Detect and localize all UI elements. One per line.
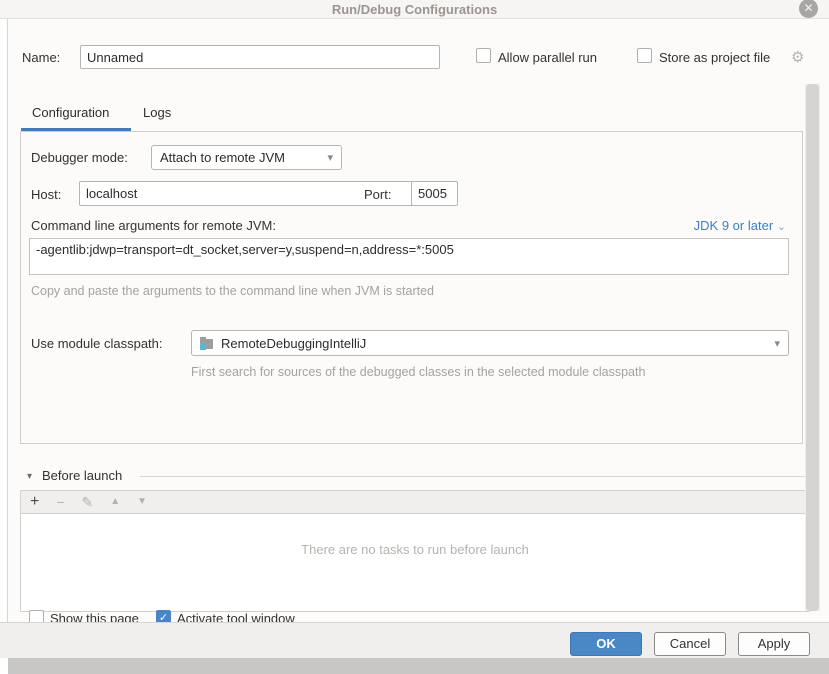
- module-classpath-value: RemoteDebuggingIntelliJ: [221, 336, 366, 351]
- apply-button[interactable]: Apply: [738, 632, 810, 656]
- name-label: Name:: [22, 50, 60, 65]
- jdk-version-link[interactable]: JDK 9 or later ⌄: [694, 218, 786, 233]
- section-divider: [140, 476, 810, 477]
- port-input[interactable]: [411, 181, 458, 206]
- debugger-mode-value: Attach to remote JVM: [160, 150, 285, 165]
- debugger-mode-label: Debugger mode:: [31, 150, 128, 165]
- store-as-project-file-checkbox[interactable]: [637, 48, 652, 63]
- run-debug-configurations-dialog: Run/Debug Configurations ✕ Name: Allow p…: [0, 0, 829, 674]
- before-launch-task-list[interactable]: There are no tasks to run before launch: [20, 513, 810, 612]
- collapse-triangle-icon[interactable]: ▾: [27, 471, 32, 482]
- dialog-titlebar: Run/Debug Configurations ✕: [0, 0, 829, 19]
- chevron-down-icon: ⌄: [777, 221, 786, 233]
- dialog-body: Name: Allow parallel run Store as projec…: [8, 19, 829, 622]
- chevron-down-icon: ▾: [327, 151, 333, 164]
- name-input[interactable]: [80, 45, 440, 69]
- tab-logs[interactable]: Logs: [143, 105, 171, 120]
- move-up-icon[interactable]: ▲: [110, 497, 120, 507]
- ok-button[interactable]: OK: [570, 632, 642, 656]
- chevron-down-icon: ▾: [774, 337, 780, 350]
- before-launch-toolbar: + − ✎ ▲ ▼: [20, 490, 810, 513]
- before-launch-title: Before launch: [42, 468, 122, 483]
- module-classpath-hint: First search for sources of the debugged…: [191, 364, 671, 380]
- gear-icon[interactable]: ⚙: [791, 48, 804, 66]
- move-down-icon[interactable]: ▼: [137, 497, 147, 507]
- module-icon: [200, 337, 215, 350]
- scrollbar-thumb[interactable]: [806, 84, 819, 611]
- jdk-version-link-label: JDK 9 or later: [694, 218, 773, 233]
- store-as-project-file-label: Store as project file: [659, 50, 770, 65]
- edit-pencil-icon[interactable]: ✎: [82, 495, 94, 509]
- host-label: Host:: [31, 187, 61, 202]
- module-classpath-label: Use module classpath:: [31, 336, 163, 351]
- port-label: Port:: [364, 187, 391, 202]
- remove-icon[interactable]: −: [56, 495, 64, 509]
- add-icon[interactable]: +: [30, 494, 39, 510]
- left-panel-edge: [0, 19, 8, 622]
- background-strip: [8, 658, 829, 674]
- allow-parallel-run-label: Allow parallel run: [498, 50, 597, 65]
- allow-parallel-run-checkbox[interactable]: [476, 48, 491, 63]
- cmd-args-textarea[interactable]: -agentlib:jdwp=transport=dt_socket,serve…: [29, 238, 789, 275]
- dialog-footer: OK Cancel Apply: [0, 622, 829, 658]
- debugger-mode-select[interactable]: Attach to remote JVM ▾: [151, 145, 342, 170]
- scrollbar-track[interactable]: [805, 84, 820, 611]
- tab-configuration[interactable]: Configuration: [32, 105, 109, 120]
- cmd-args-hint: Copy and paste the arguments to the comm…: [31, 284, 434, 298]
- cmd-args-label: Command line arguments for remote JVM:: [31, 218, 276, 233]
- dialog-title: Run/Debug Configurations: [0, 2, 829, 17]
- cancel-button[interactable]: Cancel: [654, 632, 726, 656]
- configuration-panel: Debugger mode: Attach to remote JVM ▾ Ho…: [20, 131, 803, 444]
- module-classpath-select[interactable]: RemoteDebuggingIntelliJ ▾: [191, 330, 789, 356]
- before-launch-empty-message: There are no tasks to run before launch: [21, 542, 809, 557]
- jdk-version-link-wrap: JDK 9 or later ⌄: [694, 218, 786, 233]
